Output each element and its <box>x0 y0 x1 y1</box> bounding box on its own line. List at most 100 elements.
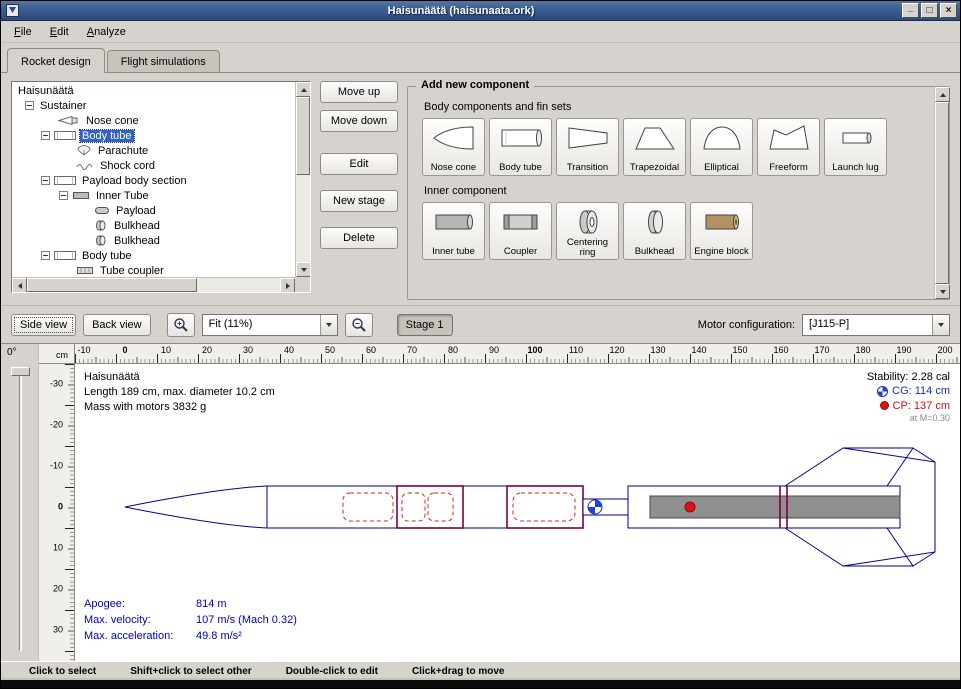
tree-item-body-tube-aft[interactable]: Body tube <box>12 248 295 263</box>
scroll-thumb[interactable] <box>935 102 949 284</box>
bulkhead-icon <box>94 220 108 231</box>
tree-item-rocket[interactable]: Haisunäätä <box>12 83 295 98</box>
parachute-icon <box>76 145 92 156</box>
nose-cone-icon <box>432 123 476 153</box>
delete-button[interactable]: Delete <box>320 227 398 249</box>
new-stage-button[interactable]: New stage <box>320 190 398 212</box>
tab-flight-simulations[interactable]: Flight simulations <box>107 50 220 73</box>
application-window: Haisunäätä (haisunaata.ork) _ □ × File E… <box>0 0 961 689</box>
rocket-design-panel: Haisunäätä Sustainer Nose cone Body tube… <box>1 73 960 305</box>
add-centering-ring-button[interactable]: Centering ring <box>556 202 619 260</box>
add-transition-button[interactable]: Transition <box>556 118 619 176</box>
scroll-down-icon[interactable] <box>296 262 311 277</box>
tree-item-sustainer[interactable]: Sustainer <box>12 98 295 113</box>
add-nose-cone-button[interactable]: Nose cone <box>422 118 485 176</box>
apogee-label: Apogee: <box>84 597 196 613</box>
tree-item-body-tube[interactable]: Body tube <box>12 128 295 143</box>
stage-1-toggle[interactable]: Stage 1 <box>397 314 453 336</box>
minimize-button[interactable]: _ <box>902 3 919 18</box>
horizontal-ruler: -100102030405060708090100110120130140150… <box>75 344 960 364</box>
collapse-icon[interactable] <box>41 176 50 185</box>
motor-configuration-select[interactable]: [J115-P] <box>802 314 950 336</box>
zoom-in-button[interactable] <box>167 313 195 337</box>
scroll-left-icon[interactable] <box>12 278 27 293</box>
add-coupler-button[interactable]: Coupler <box>489 202 552 260</box>
collapse-icon[interactable] <box>25 101 34 110</box>
rocket-canvas[interactable]: Haisunäätä Length 189 cm, max. diameter … <box>75 364 960 661</box>
h-ruler-label: 110 <box>569 345 583 355</box>
scroll-up-icon[interactable] <box>296 82 311 97</box>
rocket-info: Haisunäätä Length 189 cm, max. diameter … <box>84 370 275 415</box>
add-bulkhead-button[interactable]: Bulkhead <box>623 202 686 260</box>
h-ruler-label: 120 <box>609 345 624 355</box>
tree-item-parachute[interactable]: Parachute <box>12 143 295 158</box>
v-ruler-label: -20 <box>50 420 63 430</box>
add-elliptical-fin-button[interactable]: Elliptical <box>690 118 753 176</box>
trapezoidal-fin-icon <box>633 123 677 153</box>
window-controls: _ □ × <box>902 3 957 18</box>
tree-item-tube-coupler[interactable]: Tube coupler <box>12 263 295 277</box>
acceleration-value: 49.8 m/s² <box>196 630 242 642</box>
ruler-unit-label: cm <box>39 344 75 364</box>
scroll-up-icon[interactable] <box>935 87 950 102</box>
component-tree: Haisunäätä Sustainer Nose cone Body tube… <box>11 81 311 293</box>
add-freeform-fin-button[interactable]: Freeform <box>757 118 820 176</box>
maximize-button[interactable]: □ <box>921 3 938 18</box>
h-ruler-label: 20 <box>202 345 212 355</box>
rotation-slider-track[interactable] <box>19 370 22 651</box>
tree-horizontal-scrollbar[interactable] <box>12 277 295 292</box>
tree-item-payload[interactable]: Payload <box>12 203 295 218</box>
zoom-out-button[interactable] <box>345 313 373 337</box>
tree-item-bulkhead[interactable]: Bulkhead <box>12 218 295 233</box>
back-view-button[interactable]: Back view <box>83 314 151 336</box>
edit-button[interactable]: Edit <box>320 153 398 175</box>
scroll-down-icon[interactable] <box>935 284 950 299</box>
add-engine-block-button[interactable]: Engine block <box>690 202 753 260</box>
window-bottom-edge <box>1 680 960 688</box>
collapse-icon[interactable] <box>41 131 50 140</box>
chevron-down-icon[interactable] <box>932 315 949 335</box>
h-ruler-label: 70 <box>407 345 417 355</box>
add-launch-lug-button[interactable]: Launch lug <box>824 118 887 176</box>
add-component-title: Add new component <box>416 79 534 91</box>
body-component-buttons: Nose cone Body tube Transition Trapezoid… <box>422 118 928 176</box>
bulkhead-icon <box>633 207 677 237</box>
collapse-icon[interactable] <box>59 191 68 200</box>
h-ruler-label: 170 <box>814 345 829 355</box>
tree-item-payload-body-section[interactable]: Payload body section <box>12 173 295 188</box>
tab-rocket-design[interactable]: Rocket design <box>7 48 105 73</box>
bulkhead-icon <box>94 235 108 246</box>
menu-edit[interactable]: Edit <box>41 21 78 42</box>
hint-click-select: Click to select <box>29 666 96 677</box>
scroll-thumb[interactable] <box>27 278 197 292</box>
rotation-slider-handle[interactable] <box>11 367 30 376</box>
scroll-right-icon[interactable] <box>280 278 295 293</box>
add-body-tube-button[interactable]: Body tube <box>489 118 552 176</box>
menu-file[interactable]: File <box>5 21 41 42</box>
vertical-ruler: -30-20-100102030 <box>39 364 75 661</box>
tree-item-inner-tube[interactable]: Inner Tube <box>12 188 295 203</box>
tree-action-buttons: Move up Move down Edit New stage Delete <box>320 81 398 299</box>
scroll-thumb[interactable] <box>296 97 310 175</box>
add-panel-scrollbar[interactable] <box>934 87 949 299</box>
tree-vertical-scrollbar[interactable] <box>295 82 310 277</box>
side-view-button[interactable]: Side view <box>11 314 76 336</box>
collapse-icon[interactable] <box>41 251 50 260</box>
zoom-select[interactable]: Fit (11%) <box>202 314 338 336</box>
menu-analyze[interactable]: Analyze <box>78 21 135 42</box>
move-up-button[interactable]: Move up <box>320 81 398 103</box>
velocity-value: 107 m/s (Mach 0.32) <box>196 614 297 626</box>
tree-item-shock-cord[interactable]: Shock cord <box>12 158 295 173</box>
inner-tube-icon <box>432 207 476 237</box>
centering-ring-icon <box>566 207 610 237</box>
close-button[interactable]: × <box>940 3 957 18</box>
add-inner-tube-button[interactable]: Inner tube <box>422 202 485 260</box>
add-trapezoidal-fin-button[interactable]: Trapezoidal <box>623 118 686 176</box>
title-bar[interactable]: Haisunäätä (haisunaata.ork) _ □ × <box>1 1 960 21</box>
move-down-button[interactable]: Move down <box>320 110 398 132</box>
chevron-down-icon[interactable] <box>320 315 337 335</box>
freeform-fin-icon <box>767 123 811 153</box>
tree-item-nose-cone[interactable]: Nose cone <box>12 113 295 128</box>
tree-item-bulkhead[interactable]: Bulkhead <box>12 233 295 248</box>
h-ruler-label: 140 <box>691 345 706 355</box>
